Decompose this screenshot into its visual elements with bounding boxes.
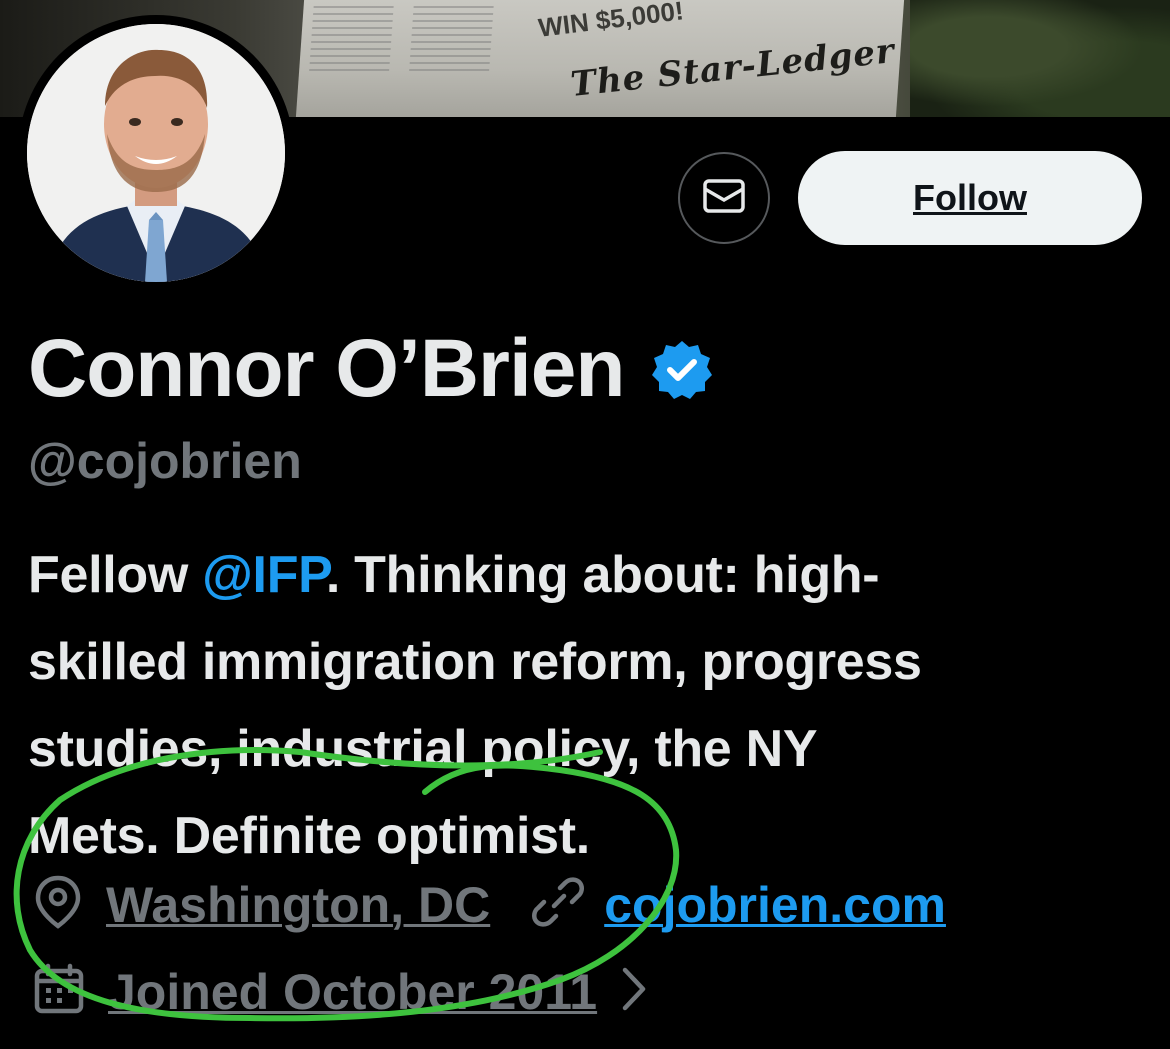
profile-handle: @cojobrien <box>28 433 302 489</box>
newspaper-column <box>308 6 394 76</box>
follow-button-label: Follow <box>913 177 1027 218</box>
profile-name-row: Connor O’Brien <box>28 322 714 416</box>
chevron-right-icon[interactable] <box>619 966 649 1017</box>
profile-bio: Fellow @IFP. Thinking about: high- skill… <box>28 532 1158 880</box>
calendar-icon <box>32 962 86 1021</box>
avatar-photo <box>27 24 285 282</box>
link-icon <box>530 874 586 935</box>
location-pin-icon <box>32 874 84 935</box>
bio-prefix: Fellow <box>28 546 203 604</box>
newspaper-column <box>408 6 494 76</box>
profile-website-link[interactable]: cojobrien.com <box>604 876 946 934</box>
profile-location: Washington, DC <box>106 876 491 933</box>
bio-line: Fellow @IFP. Thinking about: high- <box>28 532 1158 619</box>
banner-trees <box>910 0 1170 117</box>
profile-joined-date[interactable]: Joined October 2011 <box>108 963 597 1021</box>
bio-text: . Thinking about: high- <box>325 546 880 604</box>
bio-line: Mets. Definite optimist. <box>28 807 590 865</box>
avatar[interactable] <box>18 15 294 291</box>
verified-badge-icon[interactable] <box>650 338 714 407</box>
message-button[interactable] <box>678 152 770 244</box>
envelope-icon <box>703 178 745 218</box>
bio-line: skilled immigration reform, progress <box>28 633 922 691</box>
follow-button[interactable]: Follow <box>798 151 1142 245</box>
profile-meta-row: Washington, DC cojobrien.com <box>32 874 946 935</box>
bio-line: studies, industrial policy, the NY <box>28 720 818 778</box>
bio-mention-link[interactable]: @IFP <box>202 546 326 604</box>
profile-meta-row: Joined October 2011 <box>32 962 649 1021</box>
display-name: Connor O’Brien <box>28 323 625 414</box>
